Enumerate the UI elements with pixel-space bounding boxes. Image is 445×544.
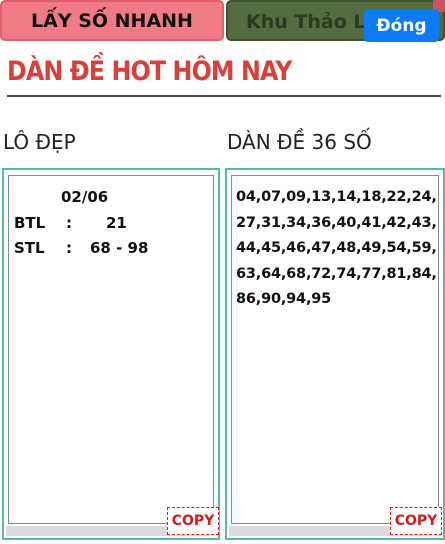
dan-de-copy-label: COPY bbox=[394, 513, 438, 529]
lo-dep-row-key: BTL bbox=[14, 214, 46, 232]
title-divider bbox=[7, 95, 441, 97]
dan-de-textarea[interactable]: 04,07,09,13,14,18,22,24,27,31,34,36,40,4… bbox=[231, 175, 439, 524]
tab-lay-so-nhanh[interactable]: LẤY SỐ NHANH bbox=[0, 0, 224, 41]
dan-de-panel: 04,07,09,13,14,18,22,24,27,31,34,36,40,4… bbox=[225, 168, 445, 540]
lo-dep-panel: 02/06 BTL : 21 STL : 68 - 98 COPY bbox=[2, 168, 220, 540]
dan-de-copy-button[interactable]: COPY bbox=[390, 507, 442, 535]
close-button[interactable]: Đóng bbox=[364, 9, 439, 42]
lo-dep-row-colon: : bbox=[66, 214, 72, 232]
tab-lay-so-nhanh-label: LẤY SỐ NHANH bbox=[31, 9, 193, 32]
lo-dep-row-key: STL bbox=[14, 239, 45, 257]
lo-dep-row-value: 21 bbox=[106, 214, 127, 232]
lo-dep-date: 02/06 bbox=[61, 188, 109, 206]
dan-de-numbers: 04,07,09,13,14,18,22,24,27,31,34,36,40,4… bbox=[236, 189, 437, 307]
page-title: DÀN ĐỀ HOT HÔM NAY bbox=[7, 56, 292, 87]
lo-dep-heading: LÔ ĐẸP bbox=[3, 130, 76, 154]
dan-de-heading: DÀN ĐỀ 36 SỐ bbox=[227, 130, 372, 154]
lo-dep-row-colon: : bbox=[66, 239, 72, 257]
lo-dep-copy-label: COPY bbox=[171, 513, 215, 529]
lo-dep-copy-button[interactable]: COPY bbox=[167, 507, 219, 535]
lo-dep-row-value: 68 - 98 bbox=[90, 239, 149, 257]
close-button-label: Đóng bbox=[376, 15, 427, 36]
lo-dep-textarea[interactable]: 02/06 BTL : 21 STL : 68 - 98 bbox=[8, 175, 214, 524]
